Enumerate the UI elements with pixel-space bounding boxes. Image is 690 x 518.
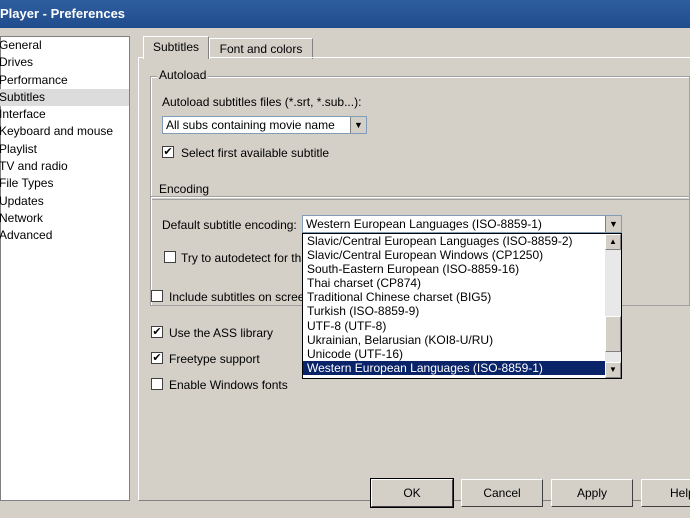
sidebar-item-updates[interactable]: Updates bbox=[0, 193, 129, 210]
use-ass-label: Use the ASS library bbox=[169, 326, 274, 340]
windows-fonts-label: Enable Windows fonts bbox=[169, 378, 288, 392]
encoding-option[interactable]: South-Eastern European (ISO-8859-16) bbox=[303, 262, 621, 276]
freetype-label: Freetype support bbox=[169, 352, 260, 366]
dropdown-scrollbar[interactable]: ▲ ▼ bbox=[605, 234, 621, 378]
tab-subtitles[interactable]: Subtitles bbox=[143, 36, 209, 59]
autoload-files-select[interactable]: All subs containing movie name ▼ bbox=[162, 116, 367, 134]
apply-button-label: Apply bbox=[576, 486, 608, 500]
default-encoding-value: Western European Languages (ISO-8859-1) bbox=[306, 217, 542, 231]
sidebar-item-network[interactable]: Network bbox=[0, 210, 129, 227]
help-button-label: Help bbox=[670, 486, 690, 500]
encoding-dropdown-list[interactable]: Slavic/Central European Languages (ISO-8… bbox=[302, 233, 622, 379]
scroll-down-icon[interactable]: ▼ bbox=[605, 362, 621, 378]
encoding-option[interactable]: Unicode (UTF-16) bbox=[303, 347, 621, 361]
include-on-screenshots-checkbox[interactable] bbox=[151, 290, 163, 302]
autoload-files-value: All subs containing movie name bbox=[166, 118, 335, 132]
sidebar-item-drives[interactable]: Drives bbox=[0, 54, 129, 71]
encoding-option[interactable]: Slavic/Central European Windows (CP1250) bbox=[303, 248, 621, 262]
cancel-button-label: Cancel bbox=[483, 486, 521, 500]
default-encoding-label: Default subtitle encoding: bbox=[162, 218, 297, 232]
autoload-group-title: Autoload bbox=[157, 68, 209, 82]
window-title: Player - Preferences bbox=[0, 6, 126, 21]
sidebar-item-performance[interactable]: Performance bbox=[0, 72, 129, 89]
encoding-option[interactable]: UTF-8 (UTF-8) bbox=[303, 319, 621, 333]
sidebar-item-file-types[interactable]: File Types bbox=[0, 175, 129, 192]
title-bar: Player - Preferences bbox=[0, 0, 690, 28]
encoding-options: Slavic/Central European Languages (ISO-8… bbox=[303, 234, 621, 375]
include-on-screenshots-label: Include subtitles on scree bbox=[169, 290, 305, 304]
scroll-up-icon[interactable]: ▲ bbox=[605, 234, 621, 250]
autoload-files-label: Autoload subtitles files (*.srt, *.sub..… bbox=[162, 95, 362, 109]
help-button[interactable]: Help bbox=[641, 479, 690, 507]
encoding-option[interactable]: Ukrainian, Belarusian (KOI8-U/RU) bbox=[303, 333, 621, 347]
encoding-option[interactable]: Western European Languages (ISO-8859-1) bbox=[303, 360, 621, 375]
chevron-down-icon[interactable]: ▼ bbox=[605, 216, 621, 232]
sidebar-item-playlist[interactable]: Playlist bbox=[0, 141, 129, 158]
sidebar-item-tv-and-radio[interactable]: TV and radio bbox=[0, 158, 129, 175]
use-ass-checkbox[interactable]: ✔ bbox=[151, 326, 163, 338]
ok-button-label: OK bbox=[403, 486, 421, 500]
ok-button[interactable]: OK bbox=[370, 478, 454, 508]
sidebar-item-keyboard-and-mouse[interactable]: Keyboard and mouse bbox=[0, 123, 129, 140]
sidebar-list: General Drives Performance Subtitles Interfa… bbox=[0, 37, 129, 245]
encoding-option[interactable]: Traditional Chinese charset (BIG5) bbox=[303, 290, 621, 304]
sidebar-item-advanced[interactable]: Advanced bbox=[0, 227, 129, 244]
tab-font-and-colors[interactable]: Font and colors bbox=[209, 38, 313, 59]
freetype-checkbox[interactable]: ✔ bbox=[151, 352, 163, 364]
encoding-option[interactable]: Thai charset (CP874) bbox=[303, 276, 621, 290]
autodetect-checkbox[interactable] bbox=[164, 251, 176, 263]
sidebar: General Drives Performance Subtitles Interfa… bbox=[0, 36, 130, 501]
default-encoding-select[interactable]: Western European Languages (ISO-8859-1) … bbox=[302, 215, 622, 233]
select-first-label: Select first available subtitle bbox=[181, 146, 330, 160]
apply-button[interactable]: Apply bbox=[551, 479, 633, 507]
sidebar-item-subtitles[interactable]: Subtitles bbox=[0, 88, 129, 107]
sidebar-item-general[interactable]: General bbox=[0, 37, 129, 54]
select-first-checkbox[interactable]: ✔ bbox=[162, 146, 174, 158]
chevron-down-icon[interactable]: ▼ bbox=[350, 117, 366, 133]
tab-font-and-colors-label: Font and colors bbox=[219, 42, 303, 56]
encoding-group-title: Encoding bbox=[157, 182, 212, 196]
windows-fonts-checkbox[interactable] bbox=[151, 378, 163, 390]
cancel-button[interactable]: Cancel bbox=[461, 479, 543, 507]
sidebar-item-interface[interactable]: Interface bbox=[0, 106, 129, 123]
scroll-thumb[interactable] bbox=[605, 316, 621, 352]
autodetect-label: Try to autodetect for th bbox=[181, 251, 302, 265]
tab-subtitles-label: Subtitles bbox=[152, 40, 200, 54]
encoding-option[interactable]: Slavic/Central European Languages (ISO-8… bbox=[303, 234, 621, 248]
encoding-option[interactable]: Turkish (ISO-8859-9) bbox=[303, 304, 621, 318]
